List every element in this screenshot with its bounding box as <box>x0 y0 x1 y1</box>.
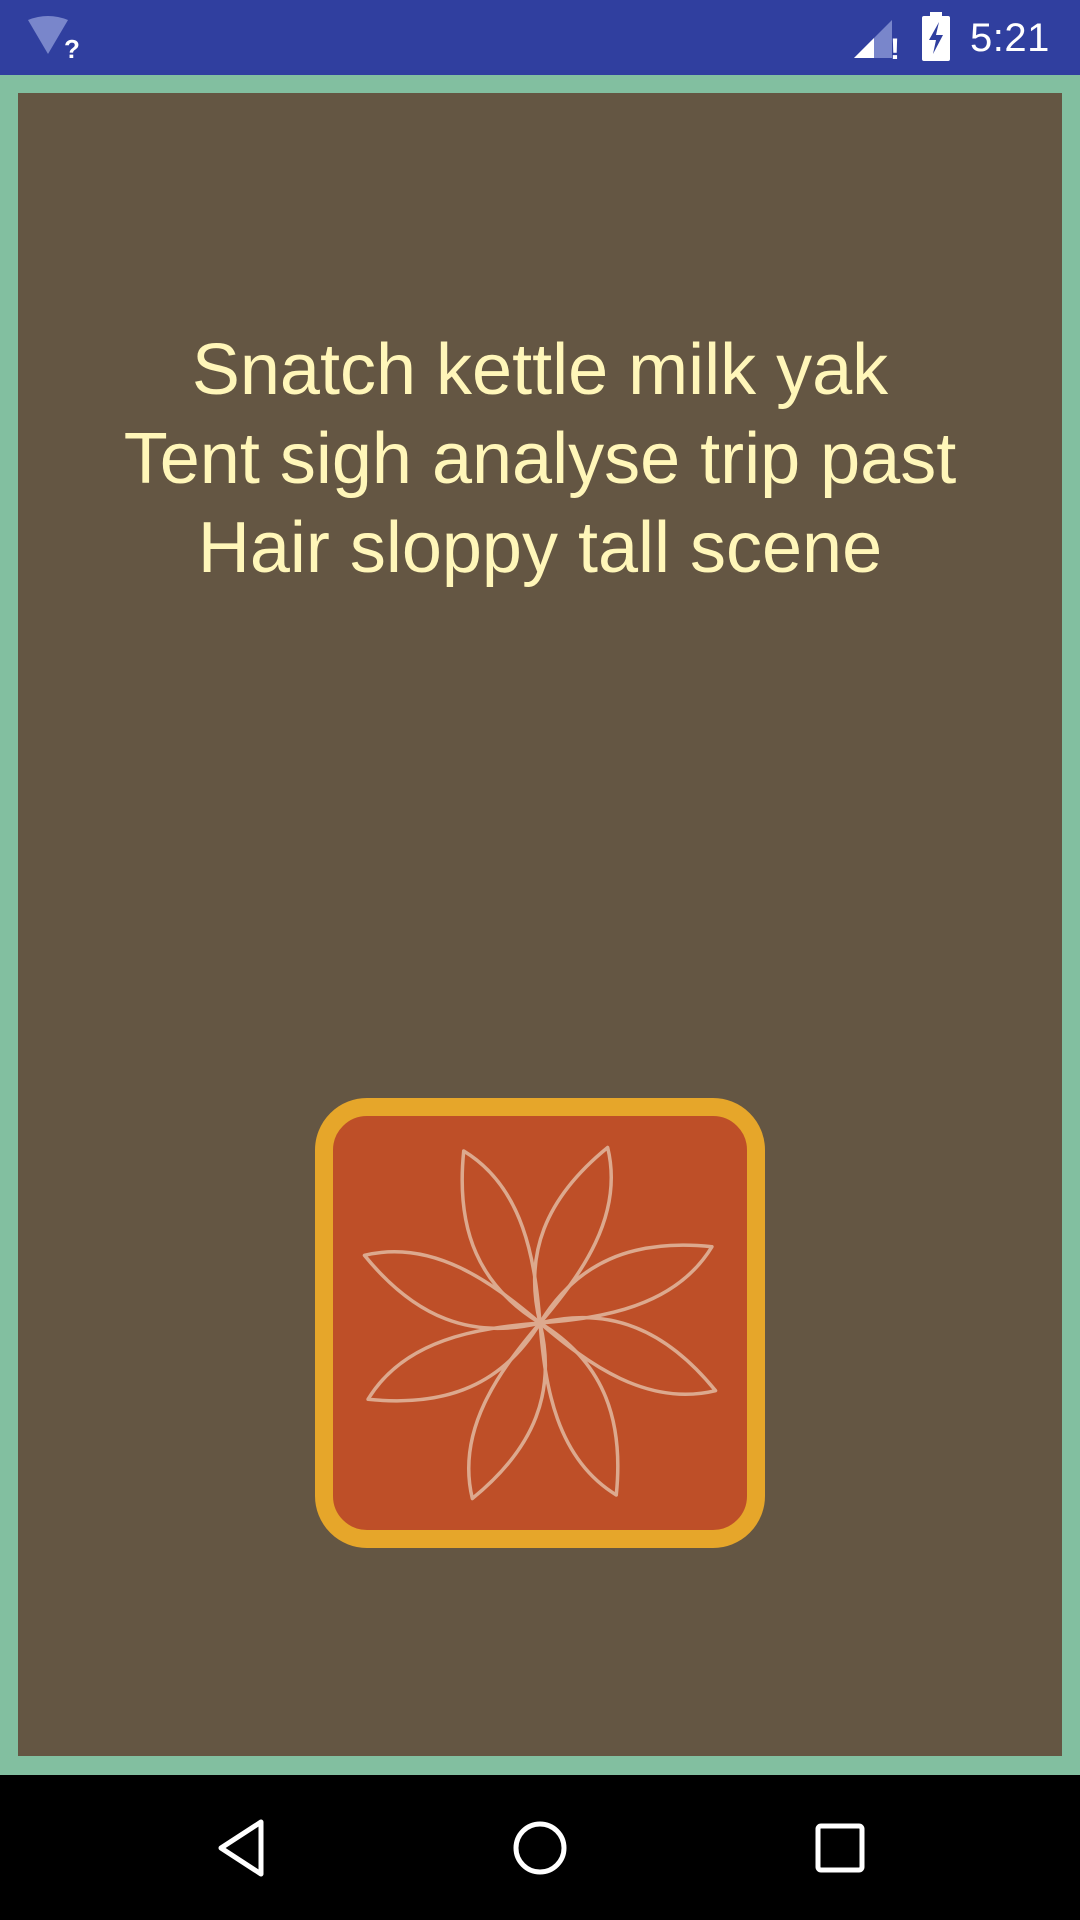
navigation-bar <box>0 1775 1080 1920</box>
battery-charging-icon <box>922 12 950 61</box>
flower-petal <box>362 1249 542 1331</box>
wifi-badge: ? <box>64 34 80 60</box>
content-panel: Snatch kettle milk yak Tent sigh analyse… <box>18 93 1062 1756</box>
status-clock: 5:21 <box>970 16 1050 60</box>
flower-petal <box>538 1315 718 1397</box>
flower-icon <box>362 1145 718 1501</box>
signal-badge: ! <box>890 33 900 60</box>
wifi-unknown-icon: ? <box>28 16 80 60</box>
flower-petal <box>466 1321 548 1501</box>
message-line-2: Tent sigh analyse trip past <box>123 419 957 499</box>
status-bar: ? ! 5:21 <box>0 0 1080 75</box>
flower-tile[interactable] <box>315 1098 765 1548</box>
back-icon[interactable] <box>205 1812 277 1884</box>
recents-icon[interactable] <box>804 1812 876 1884</box>
flower-petal <box>532 1145 614 1325</box>
app-frame: Snatch kettle milk yak Tent sigh analyse… <box>0 75 1080 1775</box>
signal-alert-icon: ! <box>854 20 900 60</box>
message-text: Snatch kettle milk yak Tent sigh analyse… <box>18 326 1062 593</box>
home-icon[interactable] <box>504 1812 576 1884</box>
message-line-3: Hair sloppy tall scene <box>197 508 883 588</box>
message-line-1: Snatch kettle milk yak <box>191 330 889 410</box>
